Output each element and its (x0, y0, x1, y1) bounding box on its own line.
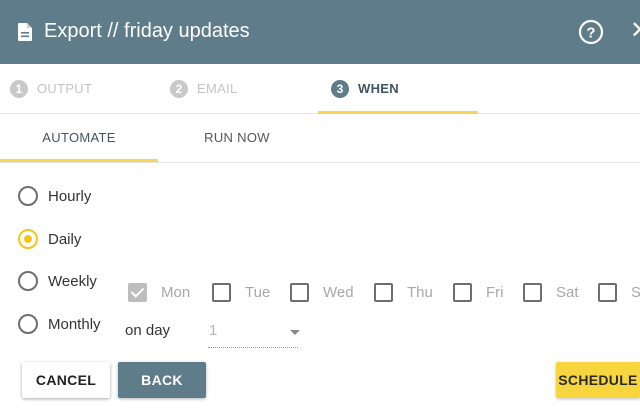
help-icon[interactable]: ? (578, 19, 604, 45)
weekday-sun[interactable]: Sun (598, 281, 640, 303)
active-tab-indicator (0, 159, 158, 162)
document-icon (18, 23, 32, 41)
day-of-month-value: 1 (209, 322, 218, 339)
radio-button[interactable] (18, 186, 38, 206)
step-label: WHEN (358, 81, 399, 96)
weekday-tue[interactable]: Tue (212, 281, 270, 303)
radio-button[interactable] (18, 229, 38, 249)
radio-weekly[interactable]: Weekly (18, 269, 97, 293)
step-output[interactable]: 1 OUTPUT (10, 64, 92, 113)
schedule-button[interactable]: SCHEDULE (556, 362, 640, 398)
weekday-label: Thu (407, 283, 433, 301)
stepper: 1 OUTPUT 2 EMAIL 3 WHEN (0, 64, 640, 114)
dialog-header: Export // friday updates ? ✕ (0, 0, 640, 64)
dialog-title: Export // friday updates (44, 20, 250, 42)
cancel-button[interactable]: CANCEL (22, 362, 110, 398)
dropdown-arrow-icon (290, 330, 300, 335)
radio-label: Monthly (48, 315, 101, 333)
radio-label: Hourly (48, 187, 92, 205)
on-day-label: on day (125, 322, 171, 339)
weekday-label: Sun (631, 283, 640, 301)
radio-button[interactable] (18, 271, 38, 291)
checkbox[interactable] (523, 282, 542, 302)
radio-hourly[interactable]: Hourly (18, 184, 91, 208)
step-when[interactable]: 3 WHEN (331, 64, 399, 113)
step-number: 1 (10, 79, 28, 98)
radio-label: Weekly (48, 272, 97, 290)
weekday-label: Wed (323, 283, 354, 301)
step-email[interactable]: 2 EMAIL (170, 64, 238, 113)
weekday-label: Mon (161, 283, 191, 301)
close-icon[interactable]: ✕ (630, 17, 640, 45)
checkbox[interactable] (453, 282, 472, 302)
weekday-fri[interactable]: Fri (453, 281, 504, 303)
svg-text:?: ? (586, 25, 595, 42)
checkbox[interactable] (374, 282, 393, 302)
step-number: 3 (331, 79, 349, 98)
step-number: 2 (170, 79, 188, 98)
weekday-mon[interactable]: Mon (128, 281, 190, 303)
radio-daily[interactable]: Daily (18, 227, 81, 251)
tab-run-now[interactable]: RUN NOW (158, 113, 316, 162)
checkbox[interactable] (128, 282, 147, 302)
checkbox[interactable] (290, 282, 309, 302)
radio-monthly[interactable]: Monthly (18, 312, 101, 336)
weekday-label: Fri (486, 283, 504, 301)
weekday-sat[interactable]: Sat (523, 281, 579, 303)
day-of-month-select[interactable]: 1 (208, 319, 300, 348)
weekday-label: Tue (245, 283, 271, 301)
checkbox[interactable] (598, 282, 617, 302)
step-label: OUTPUT (37, 81, 93, 96)
radio-button[interactable] (18, 314, 38, 334)
weekday-thu[interactable]: Thu (374, 281, 433, 303)
tab-bar: AUTOMATE RUN NOW (0, 113, 640, 163)
tab-automate[interactable]: AUTOMATE (0, 113, 158, 162)
weekday-wed[interactable]: Wed (290, 281, 354, 303)
weekday-label: Sat (556, 283, 579, 301)
radio-label: Daily (48, 230, 82, 248)
step-label: EMAIL (197, 81, 238, 96)
back-button[interactable]: BACK (118, 362, 206, 398)
checkbox[interactable] (212, 282, 231, 302)
